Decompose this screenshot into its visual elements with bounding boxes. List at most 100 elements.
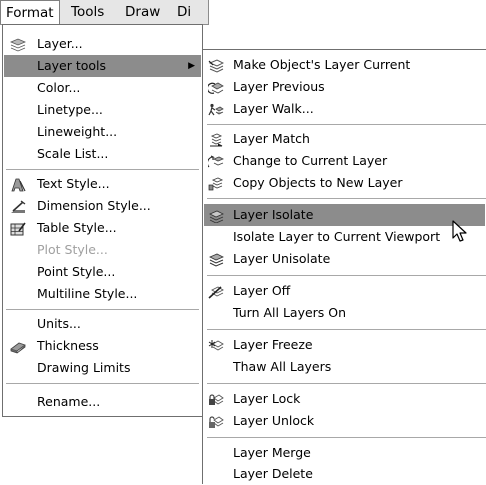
menu-item-label: Linetype... [37,102,103,117]
menu-item-plot-style[interactable]: Plot Style... [4,239,201,261]
submenu-item-thaw-all-layers[interactable]: Thaw All Layers [204,356,485,378]
menu-draw[interactable]: Draw [120,0,165,24]
menu-item-label: Turn All Layers On [233,305,347,320]
text-style-icon [10,177,26,192]
menu-item-label: Dimension Style... [37,198,151,213]
menu-item-dimension-style[interactable]: Dimension Style... [4,195,201,217]
menu-separator [6,383,199,384]
menu-item-color[interactable]: Color... [4,77,201,99]
layer-unlock-icon [208,414,224,428]
menu-item-lineweight[interactable]: Lineweight... [4,121,201,143]
menu-format[interactable]: Format [0,0,60,24]
menu-item-label: Layer Off [233,283,291,298]
menu-item-label: Drawing Limits [37,360,131,375]
menu-item-label: Make Object's Layer Current [233,57,411,72]
layer-unisolate-icon [208,252,224,267]
menu-item-label: Scale List... [37,146,109,161]
menu-item-label: Layer Previous [233,79,325,94]
menu-item-label: Layer... [37,36,83,51]
submenu-item-make-layer-current[interactable]: Make Object's Layer Current [204,54,485,76]
menu-item-label: Layer Unlock [233,413,315,428]
menu-item-label: Plot Style... [37,242,108,257]
layer-freeze-icon [208,338,224,352]
menu-item-label: Multiline Style... [37,286,138,301]
menu-bar: Format Tools Draw Di [0,0,209,25]
menu-item-label: Rename... [37,394,101,409]
submenu-item-layer-unlock[interactable]: Layer Unlock [204,410,485,432]
submenu-item-layer-match[interactable]: Layer Match [204,128,485,150]
menu-item-label: Layer Freeze [233,337,313,352]
menu-separator [207,437,486,438]
layer-tools-submenu: Make Object's Layer Current Layer Previo… [202,49,486,484]
menu-item-label: Layer Delete [233,466,313,481]
menu-item-layer[interactable]: Layer... [4,33,201,55]
make-layer-current-icon [208,58,225,73]
menu-item-label: Color... [37,80,81,95]
layer-off-icon [208,284,224,299]
menu-item-text-style[interactable]: Text Style... [4,173,201,195]
layer-previous-icon [206,80,224,94]
thickness-icon [10,339,26,354]
submenu-item-layer-walk[interactable]: Layer Walk... [204,98,485,120]
menu-item-label: Units... [37,316,81,331]
menu-item-label: Copy Objects to New Layer [233,175,403,190]
layers-icon [9,37,27,52]
menu-item-point-style[interactable]: Point Style... [4,261,201,283]
submenu-item-isolate-layer-viewport[interactable]: Isolate Layer to Current Viewport [204,226,485,248]
menu-item-multiline-style[interactable]: Multiline Style... [4,283,201,305]
menu-item-label: Thaw All Layers [233,359,332,374]
menu-item-label: Text Style... [37,176,110,191]
menu-separator [207,124,486,125]
menu-item-label: Layer tools [37,58,107,73]
layer-isolate-icon [208,208,224,224]
submenu-item-layer-unisolate[interactable]: Layer Unisolate [204,248,485,270]
submenu-item-layer-merge[interactable]: Layer Merge [204,442,485,464]
dimension-style-icon [10,199,26,213]
copy-objects-new-layer-icon [208,176,224,191]
menu-item-label: Layer Merge [233,445,311,460]
menu-item-table-style[interactable]: Table Style... [4,217,201,239]
submenu-item-layer-previous[interactable]: Layer Previous [204,76,485,98]
submenu-item-copy-objects-new-layer[interactable]: Copy Objects to New Layer [204,172,485,194]
menu-separator [207,383,486,384]
submenu-item-layer-off[interactable]: Layer Off [204,280,485,302]
menu-item-label: Lineweight... [37,124,118,139]
menu-separator [6,309,199,310]
menu-item-layer-tools[interactable]: Layer tools ▶ [4,55,201,77]
submenu-arrow-icon: ▶ [188,61,195,71]
menu-item-label: Isolate Layer to Current Viewport [233,229,441,244]
menu-item-label: Thickness [37,338,99,353]
change-to-current-layer-icon [206,154,224,168]
menu-item-label: Point Style... [37,264,116,279]
menu-item-thickness[interactable]: Thickness [4,335,201,357]
menu-item-scale-list[interactable]: Scale List... [4,143,201,165]
menu-item-label: Table Style... [37,220,117,235]
submenu-item-layer-lock[interactable]: Layer Lock [204,388,485,410]
menu-item-label: Change to Current Layer [233,153,388,168]
submenu-item-change-to-current-layer[interactable]: Change to Current Layer [204,150,485,172]
menu-separator [6,169,199,170]
submenu-item-layer-delete[interactable]: Layer Delete [204,463,485,485]
menu-dimension-partial[interactable]: Di [172,0,196,24]
menu-item-rename[interactable]: Rename... [4,391,201,413]
menu-item-label: Layer Lock [233,391,301,406]
menu-separator [207,329,486,330]
mouse-cursor-icon [452,220,468,244]
layer-walk-icon [208,102,224,116]
menu-separator [207,275,486,276]
menu-item-linetype[interactable]: Linetype... [4,99,201,121]
menu-item-label: Layer Unisolate [233,251,331,266]
menu-separator [207,198,486,199]
layer-lock-icon [208,392,224,406]
table-style-icon [10,221,26,236]
menu-item-label: Layer Match [233,131,310,146]
menu-item-units[interactable]: Units... [4,313,201,335]
submenu-item-layer-isolate[interactable]: Layer Isolate [204,204,485,226]
menu-tools[interactable]: Tools [66,0,109,24]
menu-item-label: Layer Isolate [233,207,314,222]
submenu-item-layer-freeze[interactable]: Layer Freeze [204,334,485,356]
menu-item-drawing-limits[interactable]: Drawing Limits [4,357,201,379]
submenu-item-turn-all-layers-on[interactable]: Turn All Layers On [204,302,485,324]
menu-item-label: Layer Walk... [233,101,314,116]
format-menu: Layer... Layer tools ▶ Color... Linetype… [2,24,203,417]
